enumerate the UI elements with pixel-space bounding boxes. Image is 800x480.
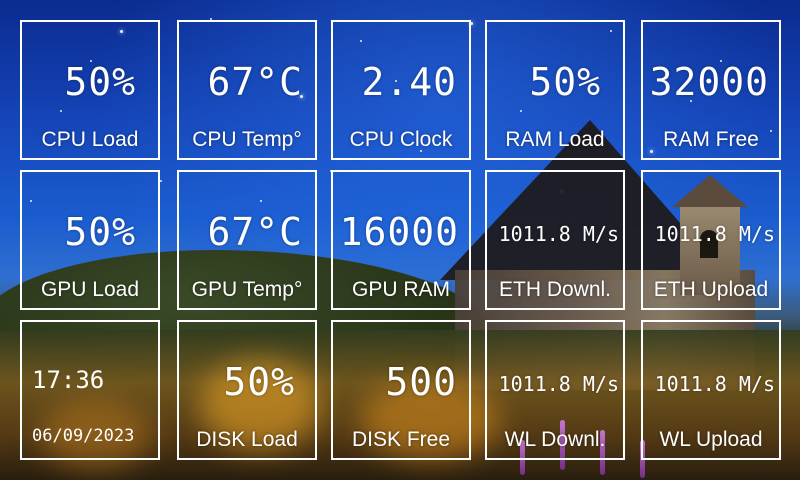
wl-upload-tile: 1011.8 M/s WL Upload <box>641 320 781 460</box>
cpu-temp-value: 67°C <box>207 60 303 104</box>
cpu-temp-tile: 67°C CPU Temp° <box>177 20 317 160</box>
ram-load-label: RAM Load <box>505 128 605 151</box>
gpu-ram-value: 16000 <box>339 210 459 254</box>
gpu-load-value: 50% <box>64 210 136 254</box>
wl-download-tile: 1011.8 M/s WL Downl. <box>485 320 625 460</box>
disk-load-value: 50% <box>223 360 295 404</box>
disk-load-tile: 50% DISK Load <box>177 320 317 460</box>
wl-download-value: 1011.8 M/s <box>498 372 619 396</box>
gpu-temp-label: GPU Temp° <box>191 278 303 301</box>
wl-upload-label: WL Upload <box>659 428 763 451</box>
cpu-clock-tile: 2.40 CPU Clock <box>331 20 471 160</box>
cpu-load-label: CPU Load <box>41 128 139 151</box>
eth-upload-tile: 1011.8 M/s ETH Upload <box>641 170 781 310</box>
cpu-clock-value: 2.40 <box>361 60 457 104</box>
eth-upload-label: ETH Upload <box>653 278 769 301</box>
gpu-ram-label: GPU RAM <box>351 278 450 301</box>
disk-free-tile: 500 DISK Free <box>331 320 471 460</box>
disk-free-value: 500 <box>385 360 457 404</box>
eth-upload-value: 1011.8 M/s <box>654 222 775 246</box>
eth-download-value: 1011.8 M/s <box>498 222 619 246</box>
gpu-load-label: GPU Load <box>40 278 140 301</box>
cpu-load-value: 50% <box>64 60 136 104</box>
gpu-temp-value: 67°C <box>207 210 303 254</box>
disk-load-label: DISK Load <box>196 428 298 451</box>
eth-download-tile: 1011.8 M/s ETH Downl. <box>485 170 625 310</box>
gpu-load-tile: 50% GPU Load <box>20 170 160 310</box>
cpu-clock-label: CPU Clock <box>349 128 453 151</box>
eth-download-label: ETH Downl. <box>498 278 612 301</box>
disk-free-label: DISK Free <box>351 428 451 451</box>
ram-load-tile: 50% RAM Load <box>485 20 625 160</box>
clock-time: 17:36 <box>32 366 105 394</box>
ram-free-label: RAM Free <box>663 128 759 151</box>
ram-free-tile: 32000 RAM Free <box>641 20 781 160</box>
ram-load-value: 50% <box>529 60 601 104</box>
wl-download-label: WL Downl. <box>504 428 606 451</box>
gpu-temp-tile: 67°C GPU Temp° <box>177 170 317 310</box>
cpu-load-tile: 50% CPU Load <box>20 20 160 160</box>
clock-date: 06/09/2023 <box>32 426 135 446</box>
ram-free-value: 32000 <box>649 60 769 104</box>
cpu-temp-label: CPU Temp° <box>192 128 302 151</box>
clock-tile: 17:36 06/09/2023 <box>20 320 160 460</box>
gpu-ram-tile: 16000 GPU RAM <box>331 170 471 310</box>
wl-upload-value: 1011.8 M/s <box>654 372 775 396</box>
